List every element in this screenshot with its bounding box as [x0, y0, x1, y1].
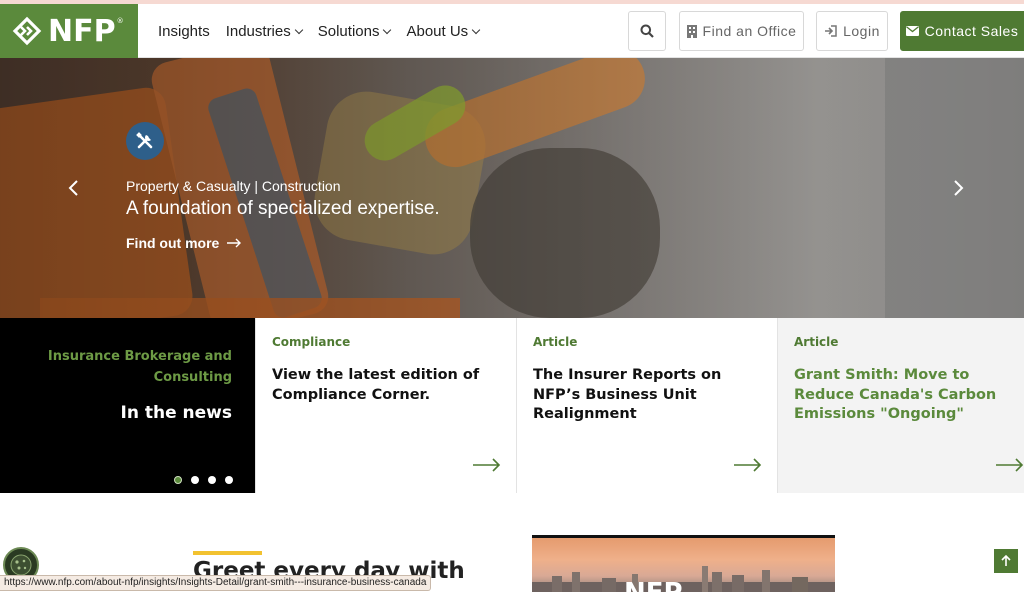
pagination-dot-2[interactable]: [191, 476, 199, 484]
logo-registered: ®: [116, 17, 124, 25]
cookie-icon: [10, 554, 32, 576]
hero-title: A foundation of specialized expertise.: [126, 198, 440, 219]
chevron-down-icon: [294, 25, 303, 34]
find-office-label: Find an Office: [702, 23, 797, 39]
contact-sales-label: Contact Sales: [924, 23, 1019, 39]
building-icon: [686, 24, 697, 38]
login-label: Login: [843, 23, 880, 39]
pagination-dot-1[interactable]: [174, 476, 182, 484]
section-accent-bar: [193, 551, 262, 555]
card-title: Grant Smith: Move to Reduce Canada's Car…: [794, 367, 997, 422]
nav-industries[interactable]: Industries: [225, 22, 303, 40]
news-title: In the news: [120, 403, 232, 423]
arrow-right-icon: [734, 458, 762, 472]
news-pagination: [174, 476, 242, 484]
pagination-dot-3[interactable]: [208, 476, 216, 484]
card-title: View the latest edition of Compliance Co…: [272, 367, 480, 403]
news-card-grant-smith[interactable]: Article Grant Smith: Move to Reduce Cana…: [777, 318, 1024, 493]
city-skyline-image: [532, 566, 835, 592]
site-header: NFP ® Insights Industries Solutions Abou…: [0, 4, 1024, 58]
hero-carousel: Property & Casualty | Construction A fou…: [0, 58, 1024, 318]
news-card-insurer-reports[interactable]: Article The Insurer Reports on NFP’s Bus…: [516, 318, 777, 493]
chevron-down-icon: [471, 25, 481, 34]
logo-text: NFP: [48, 13, 116, 49]
back-to-top-button[interactable]: [994, 549, 1018, 573]
nav-solutions-label: Solutions: [317, 22, 380, 40]
chevron-down-icon: [383, 25, 392, 34]
chevron-right-icon: [954, 180, 964, 196]
nfp-logo[interactable]: NFP ®: [0, 4, 138, 58]
news-cards-row: Insurance Brokerage and Consulting In th…: [0, 318, 1024, 493]
nav-about-us[interactable]: About Us: [406, 22, 481, 40]
sign-in-icon: [825, 25, 837, 37]
arrow-up-icon: [1001, 555, 1011, 566]
nav-industries-label: Industries: [225, 22, 291, 40]
card-title: The Insurer Reports on NFP’s Business Un…: [533, 367, 722, 422]
search-button[interactable]: [628, 11, 666, 51]
chevron-left-icon: [68, 180, 78, 196]
nav-insights[interactable]: Insights: [158, 23, 210, 40]
nav-solutions[interactable]: Solutions: [317, 22, 392, 40]
nfp-logo-mark-icon: [12, 16, 42, 46]
carousel-next-button[interactable]: [948, 178, 968, 198]
browser-status-url: https://www.nfp.com/about-nfp/insights/I…: [0, 575, 432, 591]
find-office-button[interactable]: Find an Office: [679, 11, 804, 51]
card-tag: Compliance: [272, 335, 351, 349]
search-icon: [640, 24, 654, 38]
login-button[interactable]: Login: [816, 11, 888, 51]
card-tag: Article: [533, 335, 578, 349]
news-kicker: Insurance Brokerage and Consulting: [47, 349, 232, 385]
envelope-icon: [905, 26, 919, 36]
in-the-news-panel: Insurance Brokerage and Consulting In th…: [0, 318, 255, 493]
promo-logo: NFP: [624, 578, 683, 592]
arrow-right-icon: [227, 238, 242, 248]
arrow-right-icon: [996, 458, 1024, 472]
hero-kicker: Property & Casualty | Construction: [126, 178, 341, 194]
arrow-right-icon: [473, 458, 501, 472]
main-nav: Insights Industries Solutions About Us: [158, 4, 495, 58]
nav-about-us-label: About Us: [406, 22, 469, 40]
find-out-more-label: Find out more: [126, 235, 220, 251]
find-out-more-link[interactable]: Find out more: [126, 235, 242, 251]
nav-insights-label: Insights: [158, 22, 210, 40]
carousel-prev-button[interactable]: [64, 178, 84, 198]
contact-sales-button[interactable]: Contact Sales: [900, 11, 1024, 51]
tools-icon: [126, 122, 164, 160]
promo-image: NFP: [532, 535, 835, 592]
news-card-compliance[interactable]: Compliance View the latest edition of Co…: [255, 318, 516, 493]
card-tag: Article: [794, 335, 839, 349]
pagination-dot-4[interactable]: [225, 476, 233, 484]
